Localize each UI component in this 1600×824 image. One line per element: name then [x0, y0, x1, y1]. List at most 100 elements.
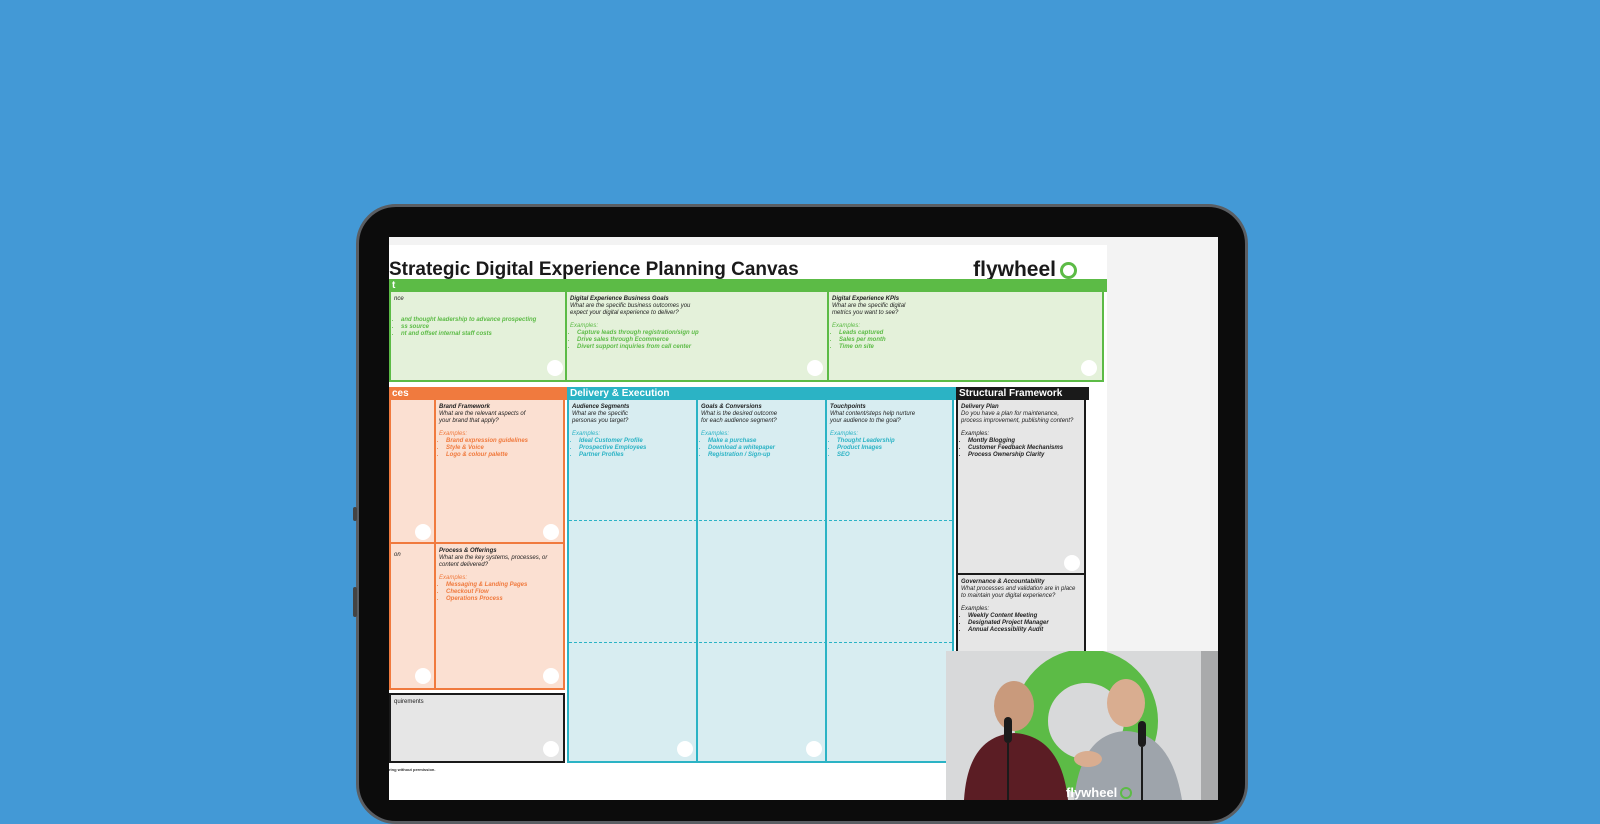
delivery-execution-section: Audience Segments What are the specific …: [567, 400, 954, 763]
tablet-volume-button: [353, 587, 357, 617]
requirements-content: quirements: [391, 695, 563, 761]
top-cell-kpis: Digital Experience KPIs What are the spe…: [829, 292, 1102, 380]
note-dot: [1064, 555, 1080, 571]
list-item: Download a whitepaper: [708, 445, 822, 452]
list-item: Customer Feedback Mechanisms: [968, 445, 1081, 452]
video-logo-text: flywheel: [1066, 785, 1118, 800]
top-cell-left: nce and thought leadership to advance pr…: [391, 292, 567, 380]
cell-question: What is the desired outcome for each aud…: [701, 411, 778, 424]
left-cell-lower-text: on: [394, 552, 401, 558]
examples-label: Examples:: [439, 575, 468, 581]
cell-title: Brand Framework: [439, 404, 491, 410]
top-cell-left-question: nce: [394, 296, 404, 302]
list-item: Registration / Sign-up: [708, 452, 822, 459]
touchpoints-cell: Touchpoints What content/steps help nurt…: [827, 400, 952, 761]
list-item: nt and offset internal staff costs: [401, 331, 562, 338]
note-dot: [543, 741, 559, 757]
dashed-divider: [569, 642, 952, 643]
cell-title: Process & Offerings: [439, 548, 497, 554]
examples-label: Examples:: [832, 323, 861, 329]
footnote: ring without permission.: [389, 767, 436, 772]
list-item: Montly Blogging: [968, 438, 1081, 445]
flywheel-logo-icon: [1060, 261, 1077, 279]
tablet-side-button: [353, 507, 357, 521]
examples-label: Examples:: [570, 323, 599, 329]
list-item: Thought Leadership: [837, 438, 949, 445]
list-item: Designated Project Manager: [968, 620, 1081, 627]
list-item: Capture leads through registration/sign …: [577, 330, 824, 337]
examples-label: Examples:: [830, 431, 859, 437]
cell-question: Do you have a plan for maintenance, proc…: [961, 411, 1074, 424]
cell-question: What are the specific personas you targe…: [572, 411, 629, 424]
cell-question: What are the specific business outcomes …: [570, 303, 691, 316]
list-item: Time on site: [839, 344, 1099, 351]
cell-title: Touchpoints: [830, 404, 866, 410]
list-item: Prospective Employees: [579, 445, 693, 452]
note-dot: [415, 668, 431, 684]
list-item: Leads captured: [839, 330, 1099, 337]
list-item: ss source: [401, 324, 562, 331]
cell-title: Digital Experience Business Goals: [570, 296, 669, 302]
examples-label: Examples:: [572, 431, 601, 437]
cell-title: Audience Segments: [572, 404, 630, 410]
cell-question: What are the specific digital metrics yo…: [832, 303, 906, 316]
list-item: Logo & colour palette: [446, 452, 560, 459]
note-dot: [543, 524, 559, 540]
list-item: and thought leadership to advance prospe…: [401, 317, 562, 324]
list-item: Style & Voice: [446, 445, 560, 452]
list-item: Drive sales through Ecommerce: [577, 337, 824, 344]
audience-segments-cell: Audience Segments What are the specific …: [569, 400, 698, 761]
cell-question: What are the relevant aspects of your br…: [439, 411, 526, 424]
examples-label: Examples:: [701, 431, 730, 437]
webcam-video-overlay: flywheel: [946, 651, 1218, 800]
video-logo-icon: [1120, 786, 1133, 799]
cell-question: What processes and validation are in pla…: [961, 586, 1076, 599]
list-item: Divert support inquiries from call cente…: [577, 344, 824, 351]
examples-label: Examples:: [961, 606, 990, 612]
list-item: Checkout Flow: [446, 589, 560, 596]
cell-title: Goals & Conversions: [701, 404, 762, 410]
left-section-header: ces: [389, 387, 568, 400]
note-dot: [806, 741, 822, 757]
note-dot: [807, 360, 823, 376]
canvas-title: Strategic Digital Experience Planning Ca…: [389, 259, 799, 280]
top-section-header: t: [389, 279, 1107, 292]
note-dot: [547, 360, 563, 376]
requirements-text: quirements: [394, 699, 424, 705]
note-dot: [1081, 360, 1097, 376]
structural-framework-header: Structural Framework: [956, 387, 1089, 400]
process-offerings-cell: Process & Offerings What are the key sys…: [436, 544, 563, 688]
top-cell-business-goals: Digital Experience Business Goals What a…: [567, 292, 829, 380]
note-dot: [677, 741, 693, 757]
list-item: SEO: [837, 452, 949, 459]
cell-question: What content/steps help nurture your aud…: [830, 411, 916, 424]
cell-title: Digital Experience KPIs: [832, 296, 900, 302]
dashed-divider: [569, 520, 952, 521]
webcam-scene: [946, 651, 1218, 800]
cell-title: Governance & Accountability: [961, 579, 1045, 585]
cell-title: Delivery Plan: [961, 404, 999, 410]
list-item: Annual Accessibility Audit: [968, 627, 1081, 634]
requirements-cell: quirements: [389, 693, 565, 763]
left-section: Brand Framework What are the relevant as…: [389, 400, 565, 690]
note-dot: [415, 524, 431, 540]
note-dot: [543, 668, 559, 684]
left-cell-upper: [391, 400, 436, 544]
cell-question: What are the key systems, processes, or …: [439, 555, 548, 568]
delivery-execution-header: Delivery & Execution: [567, 387, 957, 400]
examples-label: Examples:: [961, 431, 990, 437]
list-item: Operations Process: [446, 596, 560, 603]
video-flywheel-logo: flywheel: [1066, 785, 1133, 800]
list-item: Brand expression guidelines: [446, 438, 560, 445]
left-cell-lower: on: [391, 544, 436, 688]
list-item: Sales per month: [839, 337, 1099, 344]
delivery-plan-cell: Delivery Plan Do you have a plan for mai…: [958, 400, 1084, 575]
top-section: nce and thought leadership to advance pr…: [389, 292, 1104, 382]
list-item: Messaging & Landing Pages: [446, 582, 560, 589]
list-item: Ideal Customer Profile: [579, 438, 693, 445]
list-item: Weekly Content Meeting: [968, 613, 1081, 620]
goals-conversions-cell: Goals & Conversions What is the desired …: [698, 400, 827, 761]
list-item: Product Images: [837, 445, 949, 452]
brand-framework-cell: Brand Framework What are the relevant as…: [436, 400, 563, 544]
list-item: Make a purchase: [708, 438, 822, 445]
